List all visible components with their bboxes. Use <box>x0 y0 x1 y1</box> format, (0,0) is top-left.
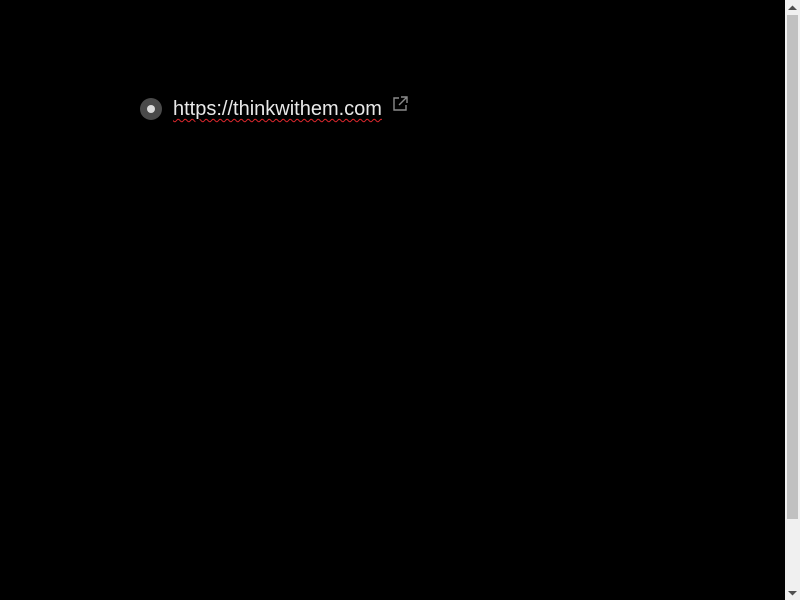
scrollbar-thumb[interactable] <box>787 15 798 519</box>
page-viewport: https://thinkwithem.com <box>0 0 785 600</box>
outline-item: https://thinkwithem.com <box>140 96 409 122</box>
bullet-inner-dot <box>147 105 155 113</box>
bullet-dot-icon[interactable] <box>140 98 162 120</box>
vertical-scrollbar[interactable] <box>785 0 800 600</box>
outline-item-text[interactable]: https://thinkwithem.com <box>173 96 382 122</box>
scroll-down-arrow-icon[interactable] <box>785 585 800 600</box>
external-link-icon[interactable] <box>391 95 409 113</box>
scroll-up-arrow-icon[interactable] <box>785 0 800 15</box>
